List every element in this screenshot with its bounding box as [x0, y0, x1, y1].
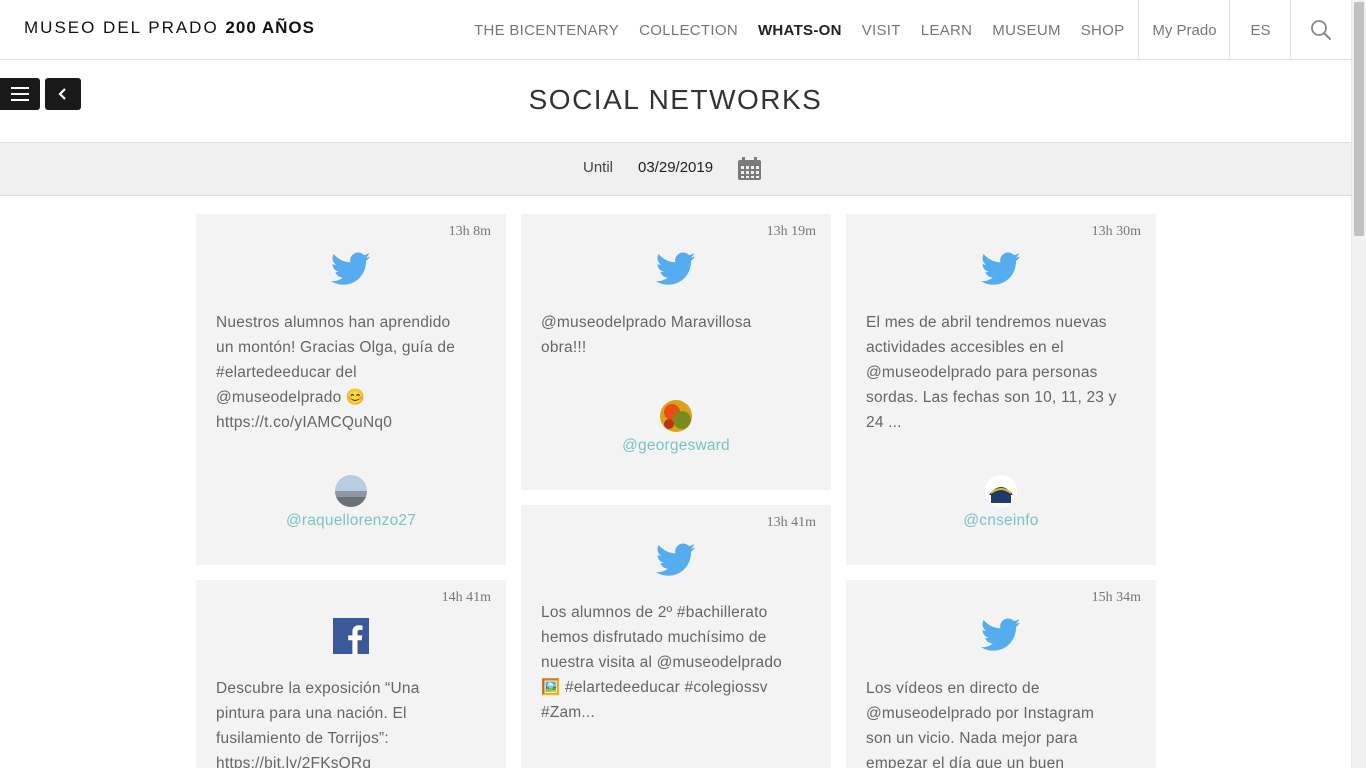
post-time: 15h 34m: [1091, 590, 1141, 605]
twitter-icon: [981, 618, 1021, 651]
logo-anniversary: 200 AÑOS: [225, 18, 315, 37]
post-text: Descubre la exposición “Una pintura para…: [216, 680, 420, 768]
social-post-card[interactable]: 13h 41m Los alumnos de 2º #bachillerato …: [521, 505, 831, 768]
twitter-icon: [331, 252, 371, 285]
scrollbar-thumb[interactable]: [1354, 2, 1364, 236]
post-author-handle[interactable]: @georgesward: [521, 437, 831, 455]
twitter-icon: [656, 252, 696, 285]
my-prado-link[interactable]: My Prado: [1138, 0, 1230, 60]
post-text: Los alumnos de 2º #bachillerato hemos di…: [541, 604, 782, 721]
post-time: 13h 41m: [766, 515, 816, 530]
avatar[interactable]: [660, 400, 692, 432]
site-logo[interactable]: MUSEO DEL PRADO 200 AÑOS: [24, 18, 315, 38]
filter-date-value[interactable]: 03/29/2019: [638, 159, 713, 176]
post-text: Nuestros alumnos han aprendido un montón…: [216, 314, 456, 431]
social-post-card[interactable]: 13h 8m Nuestros alumnos han aprendido un…: [196, 214, 506, 565]
post-time: 13h 30m: [1091, 224, 1141, 239]
main-nav: THE BICENTENARY COLLECTION WHATS-ON VISI…: [464, 0, 1134, 60]
post-time: 13h 19m: [766, 224, 816, 239]
nav-item-collection[interactable]: COLLECTION: [629, 22, 748, 39]
page-scrollbar[interactable]: [1351, 0, 1366, 768]
search-icon: [1311, 20, 1331, 40]
social-post-card[interactable]: 14h 41m Descubre la exposición “Una pint…: [196, 580, 506, 768]
post-time: 13h 8m: [448, 224, 491, 239]
date-filter-bar: Until 03/29/2019: [0, 142, 1351, 196]
site-header: MUSEO DEL PRADO 200 AÑOS THE BICENTENARY…: [0, 0, 1351, 60]
social-post-card[interactable]: 13h 30m El mes de abril tendremos nuevas…: [846, 214, 1156, 565]
post-time: 14h 41m: [441, 590, 491, 605]
post-author-handle[interactable]: @cnseinfo: [846, 512, 1156, 530]
post-text: @museodelprado Maravillosa obra!!!: [541, 314, 752, 356]
post-text: El mes de abril tendremos nuevas activid…: [866, 314, 1117, 431]
nav-item-museum[interactable]: MUSEUM: [982, 22, 1070, 39]
calendar-icon[interactable]: [737, 156, 762, 181]
nav-item-whats-on[interactable]: WHATS-ON: [748, 22, 852, 39]
nav-item-bicentenary[interactable]: THE BICENTENARY: [464, 22, 629, 39]
language-switch[interactable]: ES: [1229, 0, 1291, 60]
nav-item-visit[interactable]: VISIT: [852, 22, 911, 39]
facebook-icon: [333, 618, 369, 654]
nav-item-shop[interactable]: SHOP: [1071, 22, 1135, 39]
twitter-icon: [656, 543, 696, 576]
social-post-card[interactable]: 15h 34m Los vídeos en directo de @museod…: [846, 580, 1156, 768]
avatar[interactable]: [985, 475, 1017, 507]
page-title: SOCIAL NETWORKS: [528, 84, 823, 115]
search-button[interactable]: [1290, 0, 1351, 60]
social-post-card[interactable]: 13h 19m @museodelprado Maravillosa obra!…: [521, 214, 831, 490]
logo-text: MUSEO DEL PRADO: [24, 18, 219, 37]
nav-item-learn[interactable]: LEARN: [911, 22, 983, 39]
avatar[interactable]: [335, 475, 367, 507]
filter-label: Until: [583, 159, 614, 176]
post-author-handle[interactable]: @raquellorenzo27: [196, 512, 506, 530]
post-text: Los vídeos en directo de @museodelprado …: [866, 680, 1095, 768]
twitter-icon: [981, 252, 1021, 285]
